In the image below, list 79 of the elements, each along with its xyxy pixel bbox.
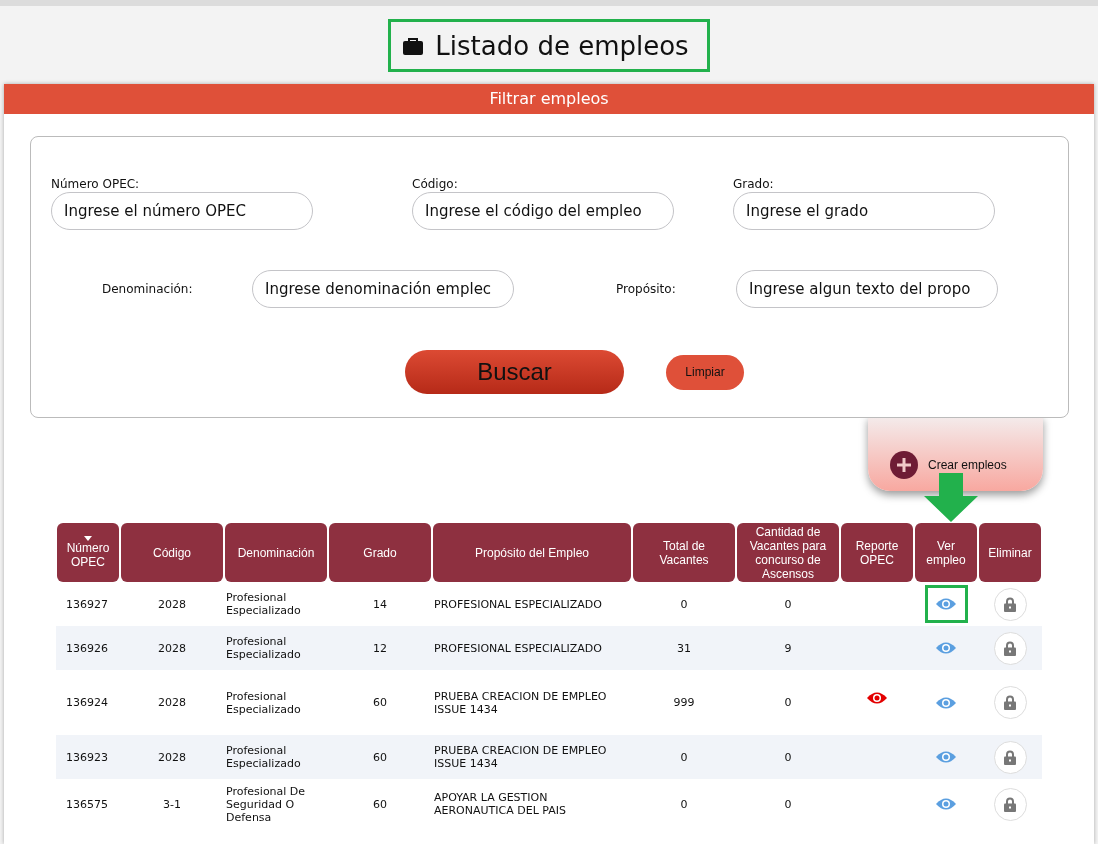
column-header[interactable]: Grado	[329, 523, 431, 582]
table-cell: 0	[680, 797, 688, 811]
table-cell-text: PRUEBA CREACION DE EMPLEO ISSUE 1434	[434, 744, 608, 770]
table-cell-text: Profesional Especializado	[226, 744, 302, 770]
table-cell: 60	[373, 696, 387, 709]
lock-icon	[1004, 640, 1016, 656]
table-cell: PROFESIONAL ESPECIALIZADO	[434, 641, 602, 655]
delete-button[interactable]	[993, 587, 1027, 621]
plus-icon	[890, 451, 918, 479]
table-cell: 2028	[158, 750, 186, 764]
panel-header: Filtrar empleos	[4, 84, 1094, 114]
input-field[interactable]: Ingrese el número OPEC	[51, 192, 313, 230]
table-cell-text: APOYAR LA GESTION AERONAUTICA DEL PAIS	[434, 791, 567, 817]
table-cell: 0	[784, 750, 792, 764]
column-header[interactable]: Denominación	[225, 523, 327, 582]
eye-icon	[935, 641, 957, 655]
table-cell: 136923	[66, 750, 108, 764]
table-cell: 0	[784, 797, 792, 811]
eye-icon	[935, 695, 957, 710]
column-header[interactable]: Total de Vacantes	[633, 523, 735, 582]
lock-icon	[1004, 596, 1016, 612]
lock-icon	[1004, 749, 1016, 765]
table-cell: 31	[677, 641, 691, 655]
column-header[interactable]: Cantidad de Vacantes para concurso de Ascensos	[737, 523, 839, 582]
search-button[interactable]: Buscar	[405, 350, 624, 394]
table-cell: 60	[373, 797, 387, 811]
delete-button[interactable]	[993, 740, 1027, 774]
eye-icon	[935, 597, 957, 611]
table-cell-text: PRUEBA CREACION DE EMPLEO ISSUE 1434	[434, 689, 608, 716]
input-field[interactable]: Ingrese denominación emplec	[252, 270, 514, 308]
input-field[interactable]: Ingrese el código del empleo	[412, 192, 674, 230]
table-cell-text: Profesional Especializado	[226, 689, 302, 716]
delete-button[interactable]	[993, 631, 1027, 665]
table-cell-text: Profesional Especializado	[226, 635, 302, 661]
table-cell: 136927	[66, 597, 108, 611]
table-cell: 14	[373, 597, 387, 611]
table-cell: 3-1	[163, 797, 181, 811]
input-field[interactable]: Ingrese algun texto del propo	[736, 270, 998, 308]
delete-button[interactable]	[993, 686, 1027, 719]
report-eye-icon	[866, 690, 888, 705]
table-cell-text: Profesional De Seguridad O Defensa	[226, 784, 307, 824]
clear-button[interactable]: Limpiar	[666, 354, 744, 390]
arrow-icon	[924, 473, 978, 522]
input-field[interactable]: Ingrese el grado	[733, 192, 995, 230]
column-header[interactable]: Propósito del Empleo	[433, 523, 631, 582]
table-cell-text: Profesional Especializado	[226, 591, 302, 617]
field-label: Código:	[412, 177, 459, 191]
lock-icon	[1004, 695, 1016, 710]
briefcase-icon	[403, 36, 424, 55]
column-header[interactable]: Código	[121, 523, 223, 582]
field-label: Propósito:	[615, 282, 677, 296]
table-cell: 2028	[158, 696, 186, 709]
table-cell: 0	[680, 597, 688, 611]
lock-icon	[1004, 796, 1016, 812]
column-header[interactable]: Ver empleo	[915, 523, 977, 582]
table-cell: 136575	[66, 797, 108, 811]
eye-icon	[935, 750, 957, 764]
table-cell: 60	[373, 750, 387, 764]
field-label: Denominación:	[101, 282, 194, 296]
column-header[interactable]: Eliminar	[979, 523, 1041, 582]
table-cell: 2028	[158, 641, 186, 655]
table-cell: 0	[784, 597, 792, 611]
table-cell: 2028	[158, 597, 186, 611]
table-cell: 999	[673, 696, 695, 709]
view-button[interactable]	[924, 585, 968, 623]
column-header[interactable]: Reporte OPEC	[841, 523, 913, 582]
table-cell: PROFESIONAL ESPECIALIZADO	[434, 597, 602, 611]
table-cell: 9	[784, 641, 792, 655]
page-title: Listado de empleos	[388, 19, 710, 72]
table-cell: 0	[680, 750, 688, 764]
delete-button[interactable]	[993, 787, 1027, 821]
field-label: Grado:	[733, 177, 775, 191]
eye-icon	[935, 797, 957, 811]
table-cell: 136926	[66, 641, 108, 655]
table-cell: 12	[373, 641, 387, 655]
table-cell: 136924	[66, 696, 108, 709]
field-label: Número OPEC:	[51, 177, 141, 191]
table-cell: 0	[784, 696, 792, 709]
column-header[interactable]: Número OPEC	[57, 523, 119, 582]
